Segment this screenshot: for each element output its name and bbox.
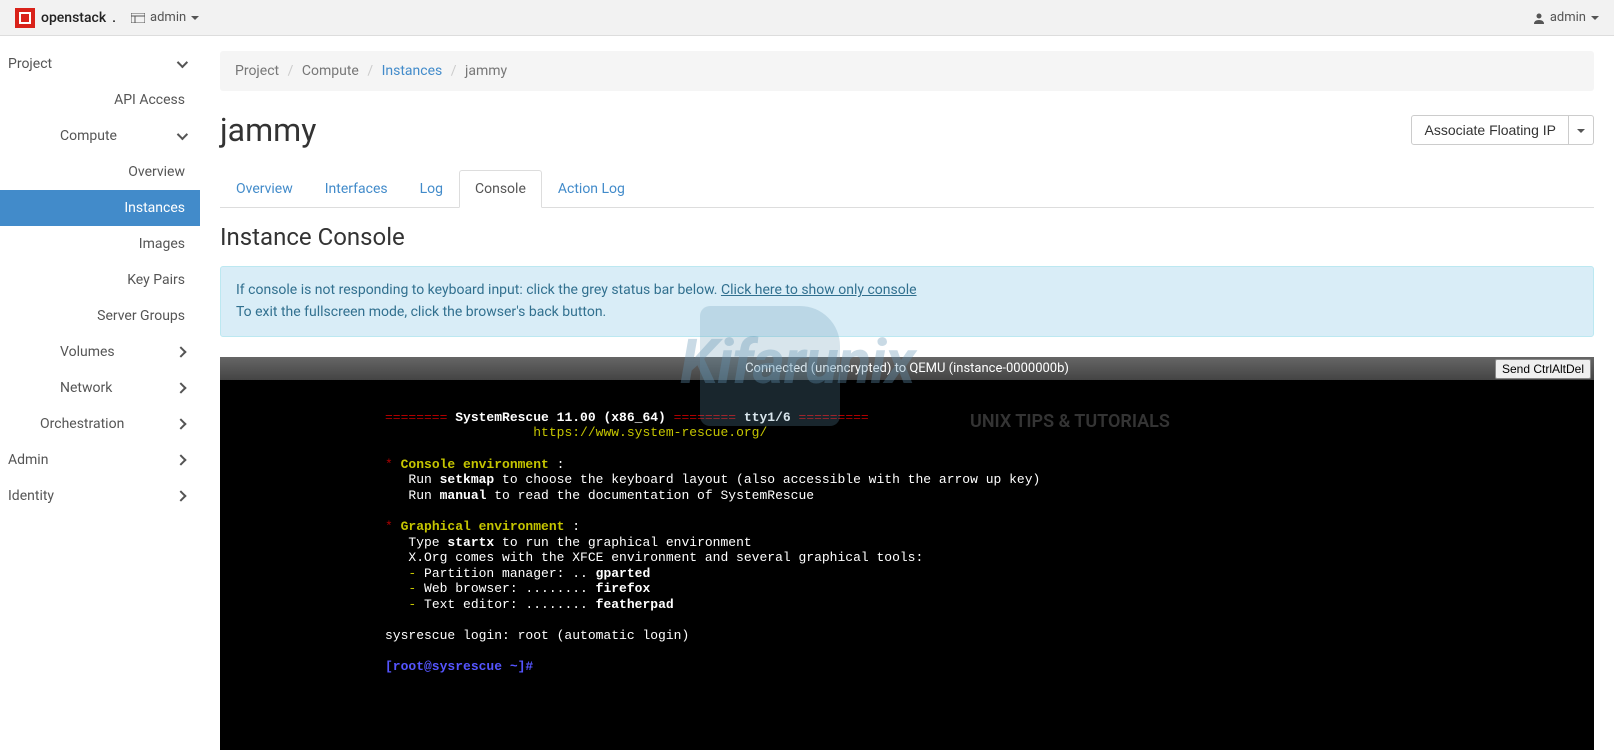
console-status-text: Connected (unencrypted) to QEMU (instanc… xyxy=(745,361,1069,376)
caret-down-icon xyxy=(1591,16,1599,20)
chevron-right-icon xyxy=(175,490,186,501)
sidebar-item-overview[interactable]: Overview xyxy=(0,154,200,190)
breadcrumb-item: Compute xyxy=(302,63,359,79)
associate-floating-ip-button[interactable]: Associate Floating IP xyxy=(1411,115,1569,145)
breadcrumb-link-instances[interactable]: Instances xyxy=(382,63,443,79)
tab-action-log[interactable]: Action Log xyxy=(542,170,641,208)
chevron-down-icon xyxy=(177,57,188,68)
send-ctrl-alt-del-button[interactable]: Send CtrlAltDel xyxy=(1495,359,1591,379)
sidebar-item-key-pairs[interactable]: Key Pairs xyxy=(0,262,200,298)
sidebar-section-orchestration[interactable]: Orchestration xyxy=(0,406,200,442)
breadcrumb: Project / Compute / Instances / jammy xyxy=(220,51,1594,91)
chevron-down-icon xyxy=(177,129,188,140)
show-only-console-link[interactable]: Click here to show only console xyxy=(721,282,917,298)
sidebar-section-project[interactable]: Project xyxy=(0,46,200,82)
brand-text: openstack xyxy=(41,10,106,26)
console-info-box: If console is not responding to keyboard… xyxy=(220,266,1594,337)
user-icon xyxy=(1533,12,1545,24)
breadcrumb-item: jammy xyxy=(465,63,507,79)
user-label: admin xyxy=(1550,10,1586,25)
chevron-right-icon xyxy=(175,454,186,465)
info-text: If console is not responding to keyboard… xyxy=(236,282,721,298)
caret-down-icon xyxy=(191,16,199,20)
chevron-right-icon xyxy=(175,382,186,393)
sidebar-item-instances[interactable]: Instances xyxy=(0,190,200,226)
user-menu[interactable]: admin xyxy=(1533,10,1599,25)
sidebar-item-api-access[interactable]: API Access xyxy=(0,82,200,118)
sidebar-section-identity[interactable]: Identity xyxy=(0,478,200,514)
action-button-group: Associate Floating IP xyxy=(1411,115,1594,145)
chevron-right-icon xyxy=(175,346,186,357)
sidebar-section-volumes[interactable]: Volumes xyxy=(0,334,200,370)
breadcrumb-item: Project xyxy=(235,63,279,79)
sidebar-nav: Project API Access Compute Overview Inst… xyxy=(0,36,200,750)
sidebar-section-admin[interactable]: Admin xyxy=(0,442,200,478)
top-navbar: openstack. admin admin xyxy=(0,0,1614,36)
sidebar-item-images[interactable]: Images xyxy=(0,226,200,262)
sidebar-section-compute[interactable]: Compute xyxy=(0,118,200,154)
tab-console[interactable]: Console xyxy=(459,170,542,208)
main-content: Kifarunix UNIX TIPS & TUTORIALS Project … xyxy=(200,36,1614,750)
info-text: To exit the fullscreen mode, click the b… xyxy=(236,304,606,320)
tab-overview[interactable]: Overview xyxy=(220,170,309,208)
console-status-bar[interactable]: Connected (unencrypted) to QEMU (instanc… xyxy=(220,357,1594,380)
detail-tabs: Overview Interfaces Log Console Action L… xyxy=(220,169,1594,208)
domain-selector[interactable]: admin xyxy=(131,10,199,25)
chevron-right-icon xyxy=(175,418,186,429)
console-screen[interactable]: ======== SystemRescue 11.00 (x86_64) ===… xyxy=(220,380,1594,750)
section-title: Instance Console xyxy=(220,208,1594,266)
action-dropdown-toggle[interactable] xyxy=(1569,115,1594,145)
brand-logo[interactable]: openstack. xyxy=(15,8,116,28)
page-title: jammy xyxy=(220,111,316,149)
sidebar-item-server-groups[interactable]: Server Groups xyxy=(0,298,200,334)
caret-down-icon xyxy=(1577,129,1585,133)
sidebar-section-network[interactable]: Network xyxy=(0,370,200,406)
project-icon xyxy=(131,13,145,23)
tab-log[interactable]: Log xyxy=(404,170,459,208)
console-wrapper: Connected (unencrypted) to QEMU (instanc… xyxy=(220,357,1594,750)
domain-label: admin xyxy=(150,10,186,25)
tab-interfaces[interactable]: Interfaces xyxy=(309,170,404,208)
openstack-logo-icon xyxy=(15,8,35,28)
